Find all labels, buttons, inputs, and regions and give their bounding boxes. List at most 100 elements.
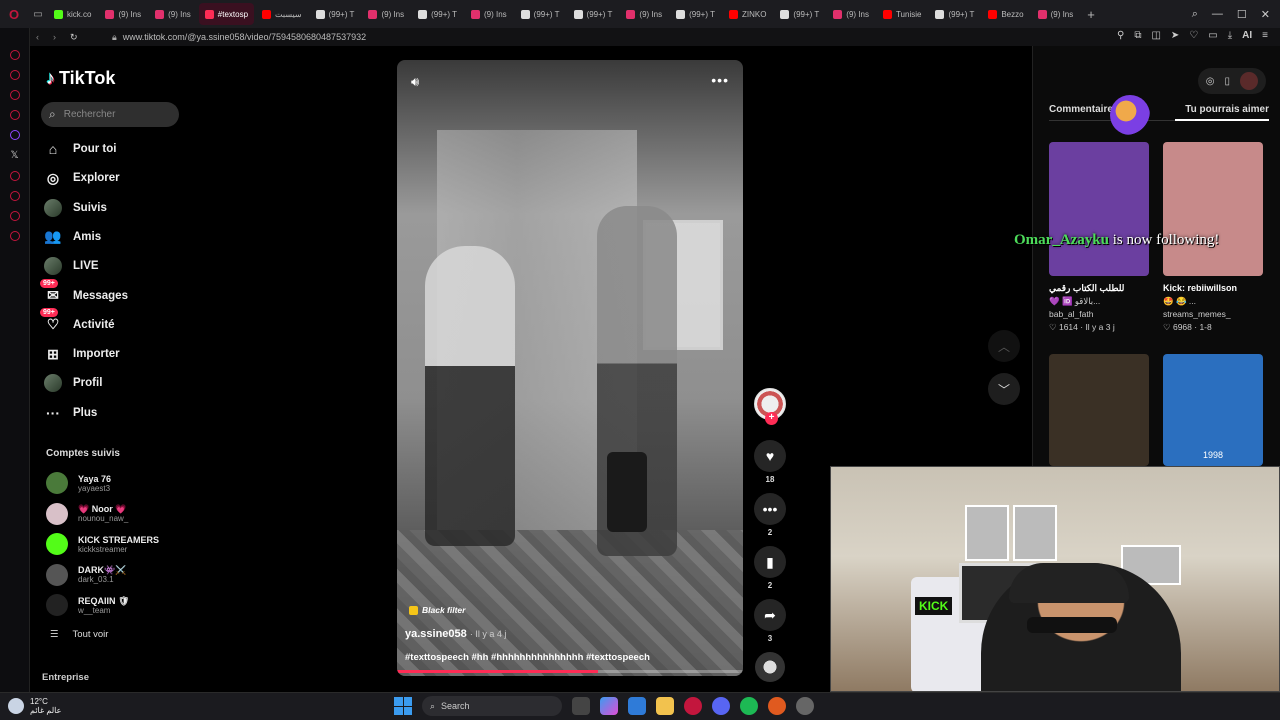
sidebar-app-icon[interactable] (9, 50, 20, 60)
comment-button[interactable]: ••• (754, 493, 786, 525)
video-player[interactable]: 🔊︎ ••• Black filter ya.ssine058 · Il y a… (397, 60, 743, 676)
device-icon[interactable]: ▯ (1224, 76, 1230, 87)
nav-item[interactable]: ◎ Explorer (44, 167, 120, 189)
copilot-icon[interactable] (600, 697, 618, 715)
search-tabs-icon[interactable]: ⌕ (1192, 8, 1198, 21)
snapshot-icon[interactable]: ⧉ (1134, 30, 1141, 41)
music-disc[interactable] (755, 652, 785, 682)
browser-tab[interactable]: Bezzo (982, 3, 1029, 25)
browser-tab[interactable]: (99+) T (670, 3, 721, 25)
browser-tab[interactable]: kick.co (48, 3, 97, 25)
forward-icon[interactable]: › (53, 32, 56, 43)
suggested-video-thumbnail[interactable] (1049, 354, 1149, 466)
store-icon[interactable] (628, 697, 646, 715)
wallet-icon[interactable]: ▭ (1208, 30, 1217, 41)
nav-item[interactable]: ⌂ Pour toi (44, 138, 117, 160)
task-view-icon[interactable] (572, 697, 590, 715)
close-icon[interactable]: ✕ (1261, 8, 1270, 21)
followed-account[interactable]: DARK👾⚔️ dark_03.1 (46, 562, 126, 588)
instagram-icon[interactable] (9, 110, 20, 120)
x-icon[interactable]: 𝕏 (10, 150, 18, 161)
nav-item[interactable]: LIVE (44, 255, 99, 277)
opera-logo-icon[interactable]: O (0, 7, 28, 22)
history-icon[interactable] (9, 191, 20, 201)
browser-tab[interactable]: (9) Ins (99, 3, 147, 25)
like-button[interactable]: ♥ (754, 440, 786, 472)
nav-item[interactable]: Suivis (44, 197, 107, 219)
follow-plus-icon[interactable]: + (765, 412, 778, 425)
video-author[interactable]: ya.ssine058 · Il y a 4 j (405, 628, 506, 640)
browser-tab[interactable]: (99+) T (515, 3, 566, 25)
sidebar-app-icon[interactable] (9, 70, 20, 80)
browser-tab[interactable]: (9) Ins (620, 3, 668, 25)
browser-tab[interactable]: (99+) T (929, 3, 980, 25)
creator-avatar[interactable]: + (754, 388, 786, 425)
suggested-video-thumbnail[interactable]: 1998 (1163, 354, 1263, 466)
search-input[interactable]: Rechercher (64, 109, 116, 120)
enterprise-link[interactable]: Entreprise (42, 672, 89, 683)
ai-button[interactable]: AI (1242, 30, 1252, 41)
discord-icon[interactable] (712, 697, 730, 715)
download-icon[interactable]: ⤓ (1228, 30, 1232, 41)
tab-comments[interactable]: Commentaires (1049, 104, 1118, 115)
maximize-icon[interactable]: ☐ (1237, 8, 1247, 21)
author-name[interactable]: ya.ssine058 (405, 628, 467, 640)
compass-icon[interactable]: ◎ (1206, 76, 1215, 87)
browser-tab[interactable]: Tunisie (877, 3, 928, 25)
heart-icon[interactable]: ♡ (1189, 30, 1198, 41)
opera-gx-icon[interactable] (684, 697, 702, 715)
minimize-icon[interactable]: — (1212, 8, 1223, 20)
browser-tab[interactable]: (99+) T (412, 3, 463, 25)
followed-account[interactable]: Yaya 76 yayaest3 (46, 470, 111, 496)
nav-item[interactable]: ··· Plus (44, 402, 97, 424)
suggested-video-thumbnail[interactable] (1049, 142, 1149, 276)
followed-account[interactable]: KICK STREAMERS kickkstreamer (46, 531, 159, 557)
nav-item[interactable]: 👥 Amis (44, 226, 101, 248)
browser-tab[interactable]: (99+) T (774, 3, 825, 25)
settings-icon[interactable] (796, 697, 814, 715)
taskbar-search[interactable]: ⌕ Search (422, 696, 562, 716)
nav-item[interactable]: ✉ 99+ Messages (40, 278, 128, 307)
windows-start-icon[interactable] (394, 697, 412, 715)
video-hashtags[interactable]: #texttospeech #hh #hhhhhhhhhhhhhhh #text… (405, 652, 650, 663)
player-icon[interactable] (9, 171, 20, 181)
pin-icon[interactable]: ⚲ (1117, 30, 1124, 41)
previous-video-button[interactable]: ︿ (988, 330, 1020, 362)
nav-item[interactable]: ♡ 99+ Activité (40, 307, 115, 336)
profile-avatar[interactable] (1240, 72, 1258, 90)
browser-tab[interactable]: #textosp (198, 3, 255, 25)
nav-item[interactable]: Profil (44, 372, 102, 394)
suggested-video-info[interactable]: Kick: rebiiwillson 🤩 😂 ... streams_memes_ ♡… (1163, 282, 1267, 334)
suggested-video-thumbnail[interactable] (1163, 142, 1263, 276)
weather-widget[interactable]: 12°C عالم غائم (8, 697, 61, 715)
browser-tab[interactable]: (99+) T (310, 3, 361, 25)
camera-icon[interactable]: ◫ (1151, 30, 1160, 41)
app-icon[interactable] (768, 697, 786, 715)
browser-tab[interactable]: (9) Ins (362, 3, 410, 25)
messenger-icon[interactable] (9, 90, 20, 100)
reload-icon[interactable]: ↻ (70, 32, 78, 43)
browser-tab[interactable]: (9) Ins (149, 3, 197, 25)
share-button[interactable]: ➦ (754, 599, 786, 631)
browser-tab[interactable]: (99+) T (568, 3, 619, 25)
suggested-video-info[interactable]: للطلب الكتاب رقمي 💜 🆔 بالاقو... bab_al_fat… (1049, 282, 1153, 334)
browser-tab[interactable]: سيسبت (256, 3, 308, 25)
extensions-icon[interactable] (9, 211, 20, 221)
more-options-icon[interactable]: ••• (711, 72, 729, 88)
see-all-button[interactable]: ☰ Tout voir (50, 629, 108, 640)
browser-tab[interactable]: (9) Ins (827, 3, 875, 25)
tab-suggested[interactable]: Tu pourrais aimer (1185, 104, 1269, 115)
browser-tab[interactable]: ZINKO (723, 3, 772, 25)
browser-tab[interactable]: (9) Ins (465, 3, 513, 25)
next-video-button[interactable]: ﹀ (988, 373, 1020, 405)
browser-tab[interactable]: (9) Ins (1032, 3, 1080, 25)
video-progress-bar[interactable] (397, 670, 743, 673)
nav-item[interactable]: ⊞ Importer (44, 343, 120, 365)
file-explorer-icon[interactable] (656, 697, 674, 715)
spotify-icon[interactable] (740, 697, 758, 715)
tab-list-icon[interactable]: ▭ (28, 9, 48, 20)
search-box[interactable]: ⌕ Rechercher (41, 102, 179, 127)
twitch-icon[interactable] (9, 130, 20, 140)
save-button[interactable]: ▮ (754, 546, 786, 578)
back-icon[interactable]: ‹ (36, 32, 39, 43)
